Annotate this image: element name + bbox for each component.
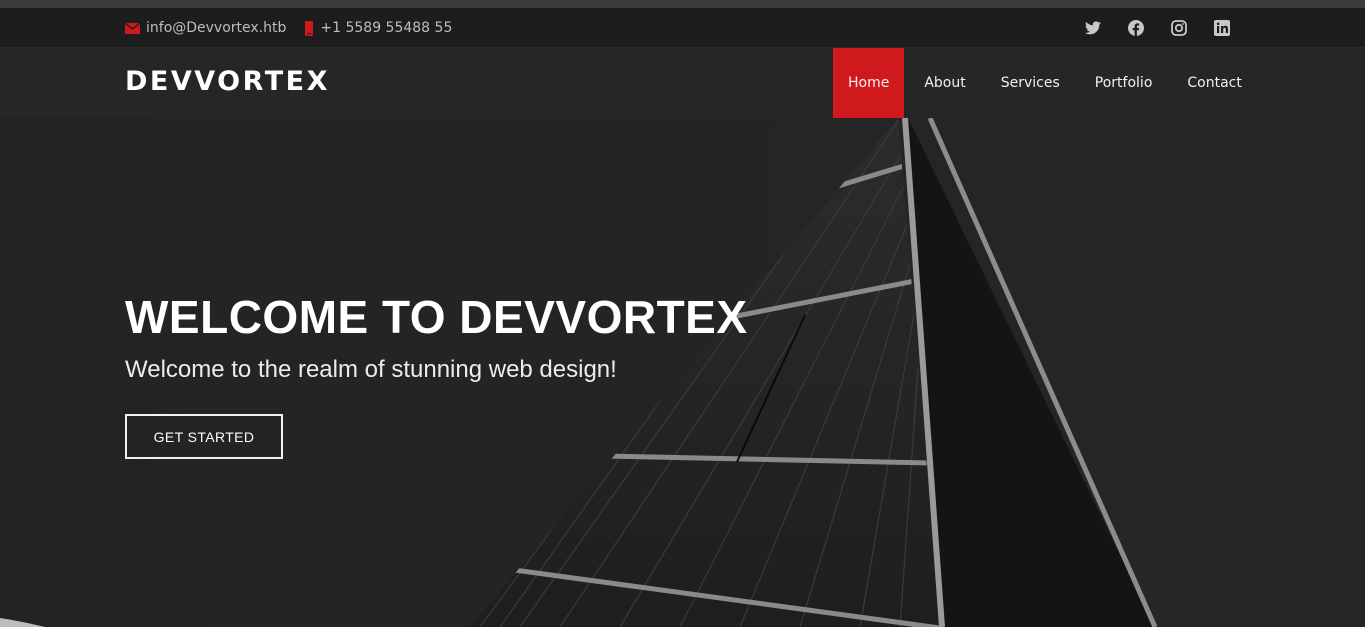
email-text: info@Devvortex.htb <box>146 20 287 36</box>
nav-portfolio[interactable]: Portfolio <box>1075 48 1168 118</box>
phone-icon <box>305 20 314 36</box>
nav-services[interactable]: Services <box>981 48 1075 118</box>
phone-link[interactable]: +1 5589 55488 55 <box>304 20 452 36</box>
instagram-link[interactable] <box>1169 18 1189 38</box>
site-header: DEVVORTEX Home About Services Portfolio … <box>0 48 1365 118</box>
main-nav: Home About Services Portfolio Contact <box>833 48 1257 118</box>
site-logo[interactable]: DEVVORTEX <box>125 66 330 97</box>
hero-title: WELCOME TO DEVVORTEX <box>125 291 748 343</box>
hero-section: WELCOME TO DEVVORTEX Welcome to the real… <box>0 118 1365 627</box>
contact-info: info@Devvortex.htb +1 5589 55488 55 <box>125 8 470 48</box>
nav-contact[interactable]: Contact <box>1167 48 1256 118</box>
phone-text: +1 5589 55488 55 <box>320 20 453 36</box>
browser-chrome-strip <box>0 0 1365 8</box>
get-started-button[interactable]: GET STARTED <box>125 414 283 459</box>
linkedin-link[interactable] <box>1212 18 1232 38</box>
social-links <box>1083 8 1232 48</box>
facebook-icon <box>1128 20 1144 36</box>
nav-about[interactable]: About <box>904 48 980 118</box>
top-contact-bar: info@Devvortex.htb +1 5589 55488 55 <box>0 8 1365 48</box>
linkedin-icon <box>1214 20 1230 36</box>
email-link[interactable]: info@Devvortex.htb <box>125 20 286 36</box>
nav-home[interactable]: Home <box>833 48 905 118</box>
facebook-link[interactable] <box>1126 18 1146 38</box>
hero-subtitle: Welcome to the realm of stunning web des… <box>125 356 617 383</box>
envelope-icon <box>125 22 140 34</box>
twitter-link[interactable] <box>1083 18 1103 38</box>
instagram-icon <box>1171 20 1187 36</box>
twitter-icon <box>1085 21 1101 35</box>
